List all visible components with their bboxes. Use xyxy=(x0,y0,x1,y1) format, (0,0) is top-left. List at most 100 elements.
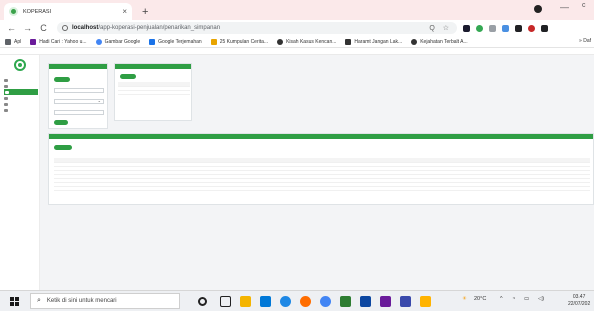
google-icon xyxy=(95,38,102,45)
weather-icon[interactable]: ☀ xyxy=(462,296,467,302)
bookmark-label: Haramt Jangan Lak... xyxy=(354,38,403,45)
app-icon[interactable] xyxy=(360,296,371,307)
bookmark-item[interactable]: Haramt Jangan Lak... xyxy=(345,38,403,45)
data-action-button[interactable] xyxy=(54,145,72,150)
url-host: localhost xyxy=(72,25,99,31)
extension-icon[interactable] xyxy=(502,24,509,32)
bookmark-item[interactable]: Google Terjemahan xyxy=(149,38,202,45)
close-tab-icon[interactable]: × xyxy=(122,7,127,16)
extension-icon[interactable] xyxy=(489,24,496,32)
bookmark-label: Hadi Cari : Yahoo u... xyxy=(39,38,87,45)
sidebar xyxy=(0,55,40,290)
member-table xyxy=(118,82,190,95)
file-explorer-icon[interactable] xyxy=(240,296,251,307)
clock[interactable]: 03.47 22/07/202 xyxy=(568,294,590,308)
address-bar-row: ← → C localhost /app-koperasi-penjualan/… xyxy=(0,20,594,36)
back-button[interactable]: ← xyxy=(7,23,16,33)
forward-button[interactable]: → xyxy=(23,23,32,33)
apps-icon xyxy=(5,38,11,45)
extension-icon[interactable] xyxy=(515,24,522,32)
star-icon xyxy=(210,38,217,45)
search-placeholder: Ketik di sini untuk mencari xyxy=(46,298,117,304)
chrome-icon[interactable] xyxy=(320,296,331,307)
url-input[interactable]: localhost /app-koperasi-penjualan/penari… xyxy=(57,22,457,34)
search-icon: ⌕ xyxy=(37,297,41,304)
form-card: ⌄ xyxy=(48,63,108,129)
extensions-puzzle-icon[interactable] xyxy=(541,24,548,32)
bookmark-label: 25 Kumpulan Cerita... xyxy=(219,38,269,45)
edge-icon[interactable] xyxy=(280,296,291,307)
globe-icon xyxy=(277,38,284,45)
tray-chevron-icon[interactable]: ^ xyxy=(500,296,503,302)
app-icon[interactable] xyxy=(420,296,431,307)
bookmark-icon xyxy=(345,38,352,45)
other-bookmarks[interactable]: » Daf xyxy=(579,38,591,44)
firefox-icon[interactable] xyxy=(300,296,311,307)
taskbar-search-input[interactable]: ⌕ Ketik di sini untuk mencari xyxy=(30,293,180,309)
bookmark-label: Google Terjemahan xyxy=(158,38,202,45)
store-icon[interactable] xyxy=(260,296,271,307)
profile-icon[interactable] xyxy=(534,5,542,13)
extension-icon[interactable] xyxy=(528,24,535,32)
volume-icon[interactable]: ◁) xyxy=(538,296,544,302)
form-action-button[interactable] xyxy=(54,77,70,82)
logo-icon xyxy=(14,59,26,71)
extension-icon[interactable] xyxy=(463,24,470,32)
form-select[interactable]: ⌄ xyxy=(54,99,104,104)
member-card xyxy=(114,63,192,121)
tab-strip: KOPERASI × + — c xyxy=(0,0,594,20)
bookmark-item[interactable]: Hadi Cari : Yahoo u... xyxy=(30,38,87,45)
window-control-icon[interactable]: c xyxy=(582,2,586,9)
form-card-header xyxy=(49,64,107,69)
new-tab-button[interactable]: + xyxy=(142,6,148,18)
temperature-text[interactable]: 20°C xyxy=(474,296,486,302)
battery-icon[interactable]: ▭ xyxy=(524,296,529,302)
member-action-button[interactable] xyxy=(120,74,136,79)
taskbar: ⌕ Ketik di sini untuk mencari ☀ 20°C ^ ◔… xyxy=(0,290,594,311)
bookmark-item[interactable]: Apl xyxy=(5,38,21,45)
site-favicon-icon xyxy=(9,7,18,16)
data-card-header xyxy=(49,134,593,139)
bookmark-item[interactable]: 25 Kumpulan Cerita... xyxy=(210,38,269,45)
menu-icon xyxy=(4,78,8,82)
app-icon[interactable] xyxy=(380,296,391,307)
bookmark-star-icon[interactable]: Q ☆ xyxy=(429,24,452,32)
member-card-header xyxy=(115,64,191,69)
app-icon[interactable] xyxy=(400,296,411,307)
table-row[interactable] xyxy=(118,90,190,95)
network-icon[interactable]: ◔ xyxy=(512,296,515,302)
table-row[interactable] xyxy=(54,186,590,191)
reload-button[interactable]: C xyxy=(39,23,48,33)
task-view-icon[interactable] xyxy=(220,296,231,307)
clock-date: 22/07/202 xyxy=(568,301,591,307)
app-icon[interactable] xyxy=(340,296,351,307)
bookmark-item[interactable]: Gambar Google xyxy=(95,38,141,45)
bookmark-label: Gambar Google xyxy=(104,38,141,45)
browser-tab[interactable]: KOPERASI × xyxy=(4,3,132,20)
chevron-down-icon: ⌄ xyxy=(97,98,101,103)
url-path: /app-koperasi-penjualan/penarikan_simpan… xyxy=(98,25,221,31)
menu-icon xyxy=(4,84,8,88)
data-card xyxy=(48,133,594,205)
windows-start-icon[interactable] xyxy=(10,297,19,306)
sidebar-item[interactable] xyxy=(4,107,10,113)
bookmarks-bar: Apl Hadi Cari : Yahoo u... Gambar Google… xyxy=(0,36,594,48)
data-table xyxy=(54,158,590,191)
translate-icon xyxy=(149,38,156,45)
menu-icon xyxy=(4,102,8,106)
site-info-icon[interactable] xyxy=(62,25,68,31)
submit-button[interactable] xyxy=(54,120,68,125)
menu-icon xyxy=(5,90,9,94)
clock-time: 03.47 xyxy=(572,294,586,300)
bookmark-item[interactable]: Kejahatan Terbalt A... xyxy=(411,38,468,45)
cortana-icon[interactable] xyxy=(198,297,207,306)
minimize-button[interactable]: — xyxy=(560,2,569,12)
yahoo-icon xyxy=(30,38,37,45)
extension-icon[interactable] xyxy=(476,24,483,32)
bookmark-item[interactable]: Kisah Kasus Kencan... xyxy=(277,38,336,45)
form-input[interactable] xyxy=(54,88,104,93)
bookmark-label: Kejahatan Terbalt A... xyxy=(420,38,468,45)
app-topbar xyxy=(0,49,594,55)
form-input[interactable] xyxy=(54,110,104,115)
screen: KOPERASI × + — c ← → C localhost /app-ko… xyxy=(0,0,594,311)
